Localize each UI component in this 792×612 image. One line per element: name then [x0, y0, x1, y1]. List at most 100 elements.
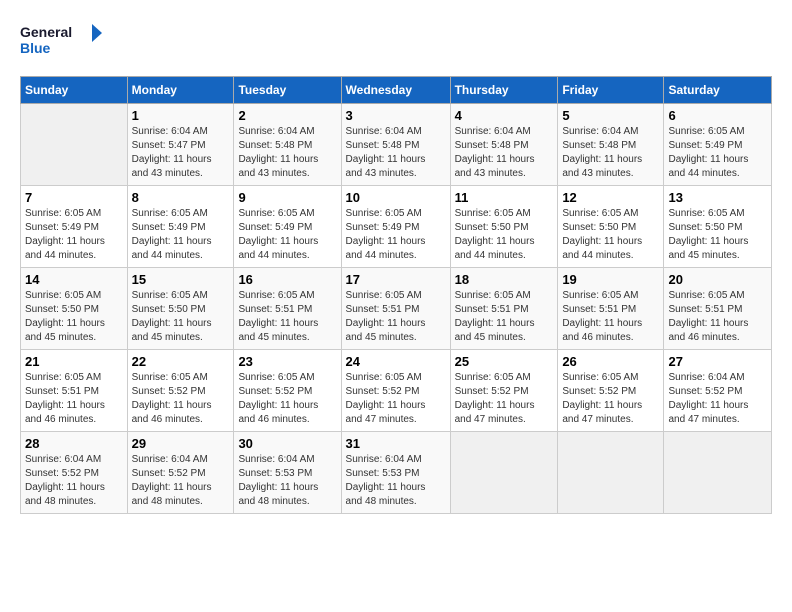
calendar-cell: 10 Sunrise: 6:05 AM Sunset: 5:49 PM Dayli… [341, 186, 450, 268]
day-number: 19 [562, 272, 659, 287]
day-number: 6 [668, 108, 767, 123]
column-header-thursday: Thursday [450, 77, 558, 104]
calendar-cell: 20Sunrise: 6:05 AM Sunset: 5:51 PM Dayli… [664, 268, 772, 350]
calendar-cell [450, 432, 558, 514]
calendar-cell: 25 Sunrise: 6:05 AM Sunset: 5:52 PM Dayli… [450, 350, 558, 432]
calendar-week-1: 1Sunrise: 6:04 AM Sunset: 5:47 PM Daylig… [21, 104, 772, 186]
column-header-sunday: Sunday [21, 77, 128, 104]
day-number: 18 [455, 272, 554, 287]
day-number: 10 [346, 190, 446, 205]
calendar-cell: 26 Sunrise: 6:05 AM Sunset: 5:52 PM Dayli… [558, 350, 664, 432]
day-number: 11 [455, 190, 554, 205]
calendar-week-2: 7 Sunrise: 6:05 AM Sunset: 5:49 PM Daylig… [21, 186, 772, 268]
calendar-week-5: 28Sunrise: 6:04 AM Sunset: 5:52 PM Dayli… [21, 432, 772, 514]
day-info: Sunrise: 6:04 AM Sunset: 5:48 PM Dayligh… [238, 125, 336, 181]
day-info: Sunrise: 6:05 AM Sunset: 5:50 PM Dayligh… [25, 289, 123, 345]
calendar-cell: 15Sunrise: 6:05 AM Sunset: 5:50 PM Dayli… [127, 268, 234, 350]
column-header-monday: Monday [127, 77, 234, 104]
calendar-cell: 3 Sunrise: 6:04 AM Sunset: 5:48 PM Daylig… [341, 104, 450, 186]
calendar-cell [21, 104, 128, 186]
day-number: 27 [668, 354, 767, 369]
day-number: 9 [238, 190, 336, 205]
day-info: Sunrise: 6:05 AM Sunset: 5:52 PM Dayligh… [346, 371, 446, 427]
day-info: Sunrise: 6:05 AM Sunset: 5:51 PM Dayligh… [562, 289, 659, 345]
day-number: 26 [562, 354, 659, 369]
day-number: 12 [562, 190, 659, 205]
day-info: Sunrise: 6:04 AM Sunset: 5:53 PM Dayligh… [238, 453, 336, 509]
day-info: Sunrise: 6:05 AM Sunset: 5:50 PM Dayligh… [455, 207, 554, 263]
calendar-cell: 22 Sunrise: 6:05 AM Sunset: 5:52 PM Dayli… [127, 350, 234, 432]
day-info: Sunrise: 6:04 AM Sunset: 5:52 PM Dayligh… [668, 371, 767, 427]
calendar-cell: 30 Sunrise: 6:04 AM Sunset: 5:53 PM Dayli… [234, 432, 341, 514]
day-info: Sunrise: 6:05 AM Sunset: 5:52 PM Dayligh… [132, 371, 230, 427]
day-info: Sunrise: 6:05 AM Sunset: 5:51 PM Dayligh… [455, 289, 554, 345]
day-info: Sunrise: 6:05 AM Sunset: 5:52 PM Dayligh… [238, 371, 336, 427]
day-number: 30 [238, 436, 336, 451]
svg-text:Blue: Blue [20, 40, 51, 56]
day-number: 14 [25, 272, 123, 287]
column-header-friday: Friday [558, 77, 664, 104]
day-number: 24 [346, 354, 446, 369]
day-info: Sunrise: 6:04 AM Sunset: 5:52 PM Dayligh… [132, 453, 230, 509]
day-number: 13 [668, 190, 767, 205]
calendar-cell: 6 Sunrise: 6:05 AM Sunset: 5:49 PM Daylig… [664, 104, 772, 186]
day-number: 8 [132, 190, 230, 205]
day-info: Sunrise: 6:05 AM Sunset: 5:51 PM Dayligh… [238, 289, 336, 345]
calendar-week-3: 14 Sunrise: 6:05 AM Sunset: 5:50 PM Dayli… [21, 268, 772, 350]
calendar-week-4: 21 Sunrise: 6:05 AM Sunset: 5:51 PM Dayli… [21, 350, 772, 432]
day-number: 15 [132, 272, 230, 287]
column-header-tuesday: Tuesday [234, 77, 341, 104]
day-info: Sunrise: 6:05 AM Sunset: 5:49 PM Dayligh… [238, 207, 336, 263]
calendar-cell: 13 Sunrise: 6:05 AM Sunset: 5:50 PM Dayli… [664, 186, 772, 268]
calendar-cell: 7 Sunrise: 6:05 AM Sunset: 5:49 PM Daylig… [21, 186, 128, 268]
day-info: Sunrise: 6:04 AM Sunset: 5:48 PM Dayligh… [455, 125, 554, 181]
day-number: 5 [562, 108, 659, 123]
day-info: Sunrise: 6:05 AM Sunset: 5:52 PM Dayligh… [455, 371, 554, 427]
day-info: Sunrise: 6:05 AM Sunset: 5:52 PM Dayligh… [562, 371, 659, 427]
day-info: Sunrise: 6:05 AM Sunset: 5:51 PM Dayligh… [25, 371, 123, 427]
day-number: 22 [132, 354, 230, 369]
calendar-cell [558, 432, 664, 514]
svg-text:General: General [20, 24, 72, 40]
calendar-cell [664, 432, 772, 514]
day-info: Sunrise: 6:04 AM Sunset: 5:52 PM Dayligh… [25, 453, 123, 509]
calendar-cell: 29 Sunrise: 6:04 AM Sunset: 5:52 PM Dayli… [127, 432, 234, 514]
day-info: Sunrise: 6:04 AM Sunset: 5:48 PM Dayligh… [346, 125, 446, 181]
page-header: General Blue [20, 20, 772, 60]
day-info: Sunrise: 6:04 AM Sunset: 5:53 PM Dayligh… [346, 453, 446, 509]
day-number: 2 [238, 108, 336, 123]
day-number: 17 [346, 272, 446, 287]
day-number: 25 [455, 354, 554, 369]
calendar-cell: 1Sunrise: 6:04 AM Sunset: 5:47 PM Daylig… [127, 104, 234, 186]
calendar-cell: 31 Sunrise: 6:04 AM Sunset: 5:53 PM Dayli… [341, 432, 450, 514]
calendar-cell: 4 Sunrise: 6:04 AM Sunset: 5:48 PM Daylig… [450, 104, 558, 186]
calendar-table: SundayMondayTuesdayWednesdayThursdayFrid… [20, 76, 772, 514]
day-info: Sunrise: 6:05 AM Sunset: 5:49 PM Dayligh… [668, 125, 767, 181]
day-number: 7 [25, 190, 123, 205]
calendar-cell: 27 Sunrise: 6:04 AM Sunset: 5:52 PM Dayli… [664, 350, 772, 432]
day-info: Sunrise: 6:05 AM Sunset: 5:49 PM Dayligh… [346, 207, 446, 263]
calendar-cell: 11 Sunrise: 6:05 AM Sunset: 5:50 PM Dayli… [450, 186, 558, 268]
calendar-cell: 23 Sunrise: 6:05 AM Sunset: 5:52 PM Dayli… [234, 350, 341, 432]
day-number: 31 [346, 436, 446, 451]
day-info: Sunrise: 6:05 AM Sunset: 5:50 PM Dayligh… [668, 207, 767, 263]
calendar-cell: 18 Sunrise: 6:05 AM Sunset: 5:51 PM Dayli… [450, 268, 558, 350]
day-info: Sunrise: 6:05 AM Sunset: 5:49 PM Dayligh… [25, 207, 123, 263]
calendar-cell: 2 Sunrise: 6:04 AM Sunset: 5:48 PM Daylig… [234, 104, 341, 186]
day-number: 21 [25, 354, 123, 369]
day-number: 23 [238, 354, 336, 369]
column-header-saturday: Saturday [664, 77, 772, 104]
day-info: Sunrise: 6:05 AM Sunset: 5:50 PM Dayligh… [562, 207, 659, 263]
day-info: Sunrise: 6:05 AM Sunset: 5:51 PM Dayligh… [346, 289, 446, 345]
column-header-wednesday: Wednesday [341, 77, 450, 104]
calendar-cell: 12 Sunrise: 6:05 AM Sunset: 5:50 PM Dayli… [558, 186, 664, 268]
calendar-cell: 5 Sunrise: 6:04 AM Sunset: 5:48 PM Daylig… [558, 104, 664, 186]
calendar-cell: 19 Sunrise: 6:05 AM Sunset: 5:51 PM Dayli… [558, 268, 664, 350]
calendar-cell: 17 Sunrise: 6:05 AM Sunset: 5:51 PM Dayli… [341, 268, 450, 350]
day-info: Sunrise: 6:04 AM Sunset: 5:48 PM Dayligh… [562, 125, 659, 181]
calendar-cell: 14 Sunrise: 6:05 AM Sunset: 5:50 PM Dayli… [21, 268, 128, 350]
logo-svg: General Blue [20, 20, 110, 60]
day-number: 29 [132, 436, 230, 451]
day-number: 3 [346, 108, 446, 123]
day-number: 4 [455, 108, 554, 123]
